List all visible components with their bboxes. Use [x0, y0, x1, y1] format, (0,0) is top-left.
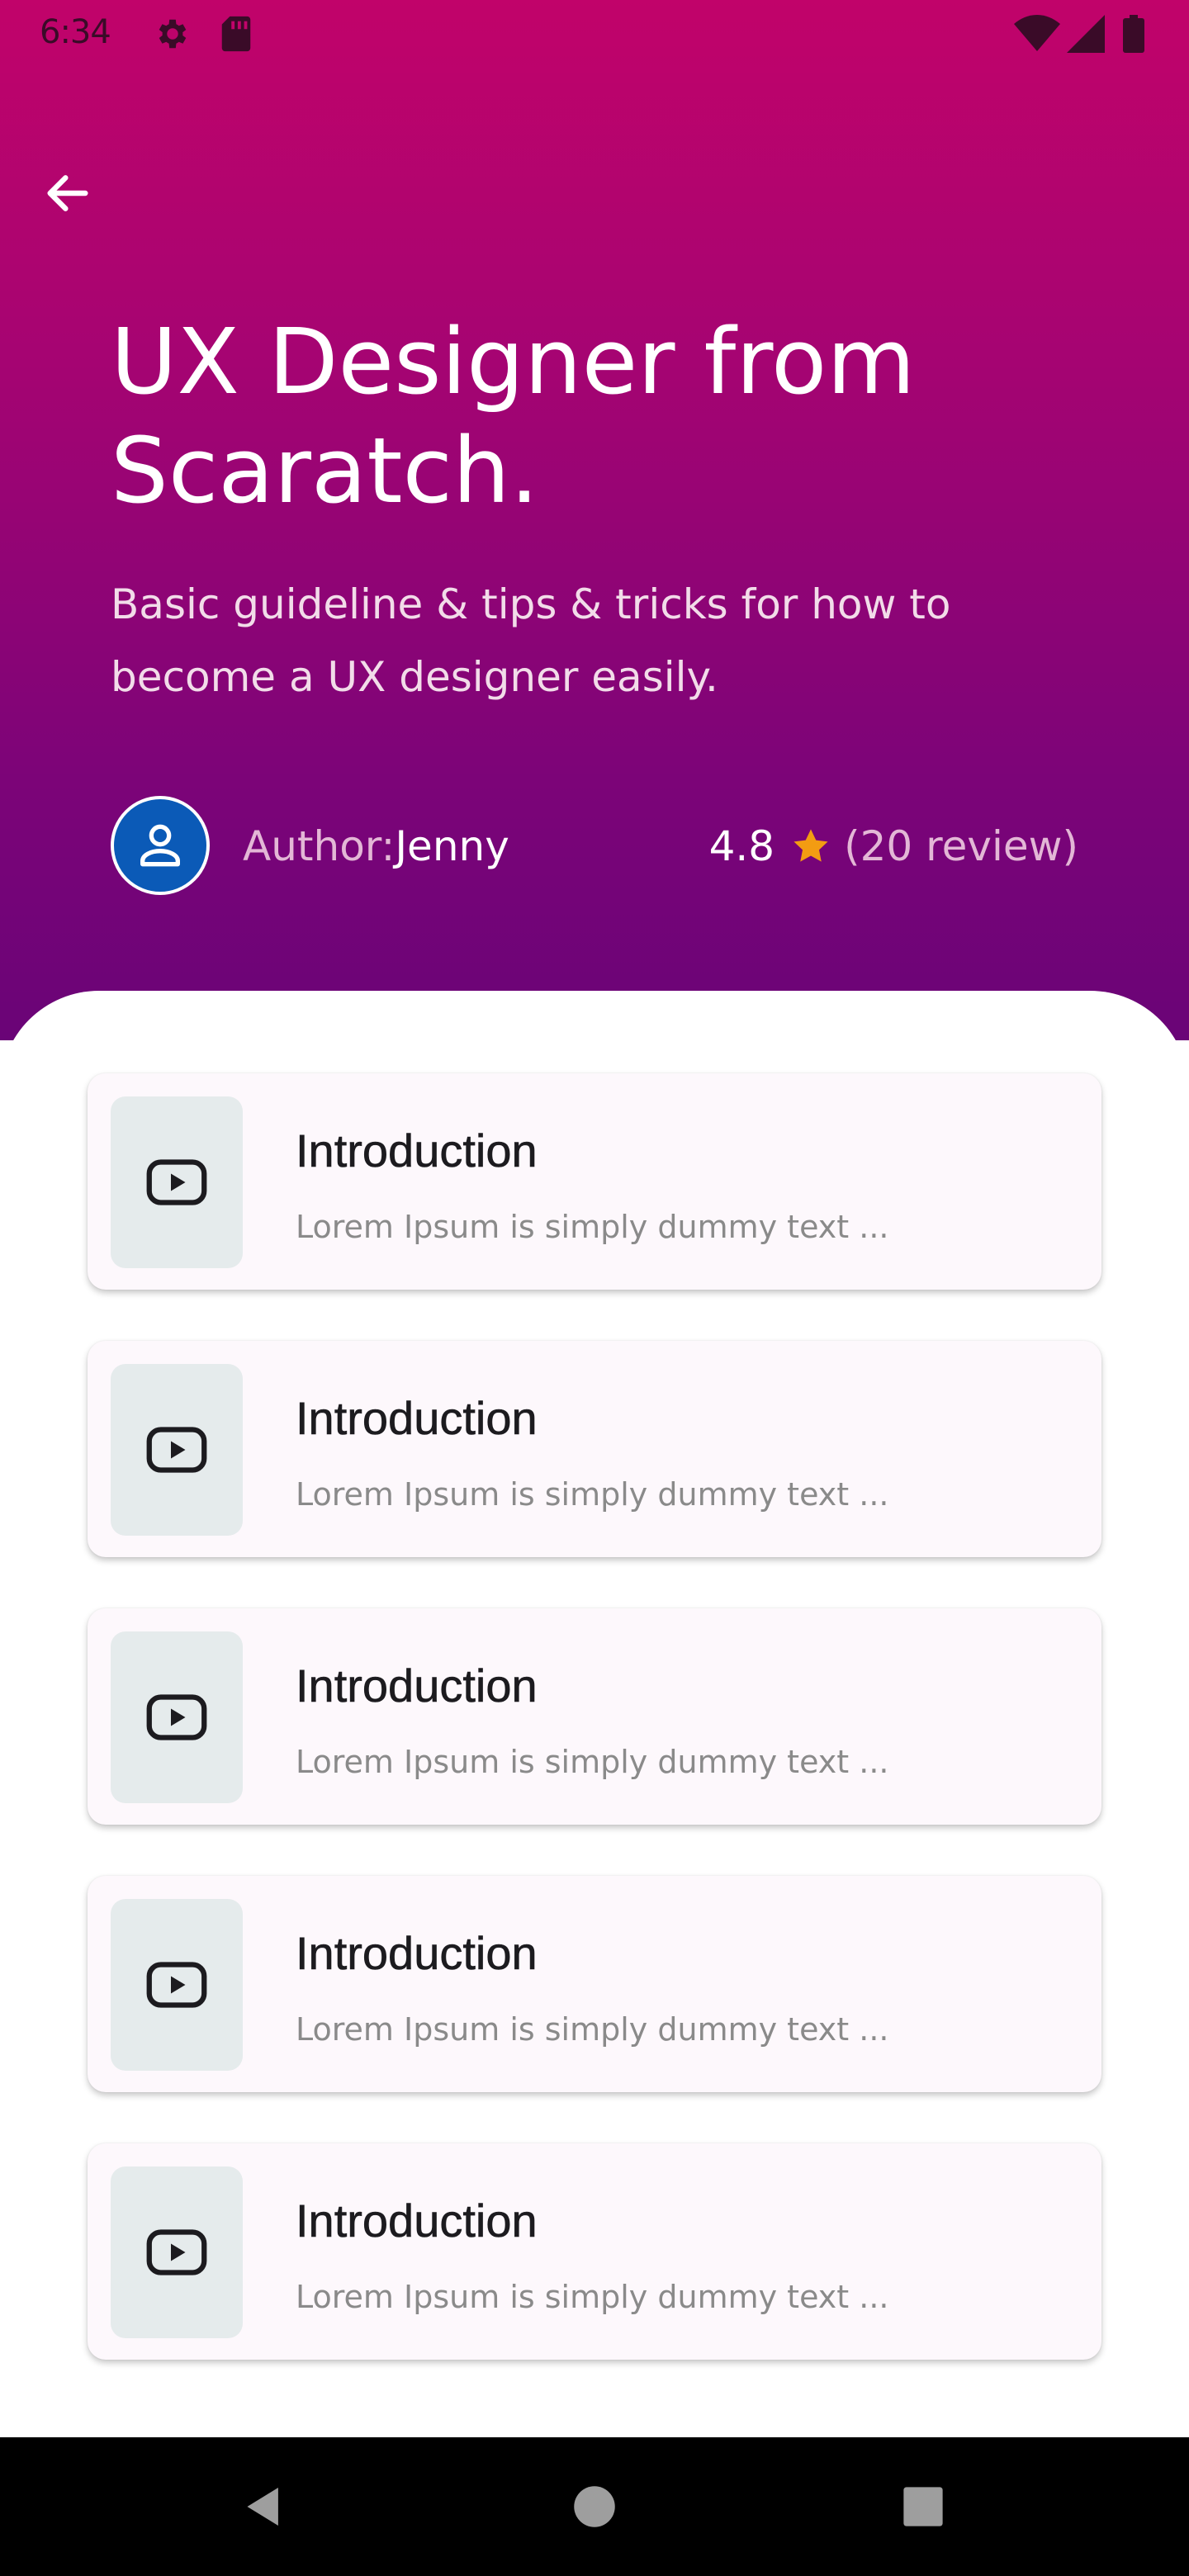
author-name: Jenny — [395, 822, 509, 870]
lesson-title: Introduction — [296, 1392, 538, 1445]
author-label: Author: — [243, 822, 396, 870]
nav-back-button[interactable] — [220, 2462, 309, 2551]
play-icon — [146, 1962, 207, 2008]
battery-icon — [1123, 15, 1144, 57]
play-icon — [146, 1694, 207, 1740]
lesson-sheet: Introduction Lorem Ipsum is simply dummy… — [0, 991, 1189, 2437]
rating-value: 4.8 — [708, 822, 775, 870]
lesson-card[interactable]: Introduction Lorem Ipsum is simply dummy… — [88, 2143, 1101, 2360]
nav-recents-button[interactable] — [879, 2462, 968, 2551]
lesson-thumbnail — [111, 1096, 243, 1268]
course-subtitle: Basic guideline & tips & tricks for how … — [111, 580, 951, 701]
lesson-description: Lorem Ipsum is simply dummy text ... — [296, 1209, 889, 1245]
lesson-thumbnail — [111, 2166, 243, 2338]
lesson-title: Introduction — [296, 2195, 538, 2247]
author-info: Author:Jenny — [243, 817, 509, 875]
back-triangle-icon — [247, 2488, 278, 2526]
nav-home-button[interactable] — [550, 2462, 639, 2551]
lesson-card[interactable]: Introduction Lorem Ipsum is simply dummy… — [88, 1608, 1101, 1825]
play-icon — [146, 1159, 207, 1205]
lesson-title: Introduction — [296, 1660, 538, 1712]
status-time: 6:34 — [40, 13, 111, 51]
sd-card-icon — [220, 15, 253, 57]
course-title: UX Designer from Scaratch. — [111, 309, 916, 523]
lesson-description: Lorem Ipsum is simply dummy text ... — [296, 2279, 889, 2315]
lesson-title: Introduction — [296, 1927, 538, 1980]
lesson-card[interactable]: Introduction Lorem Ipsum is simply dummy… — [88, 1341, 1101, 1557]
play-icon — [146, 2229, 207, 2275]
rating-count: (20 review) — [844, 822, 1078, 870]
star-icon — [789, 825, 832, 868]
avatar — [111, 796, 210, 895]
course-rating: 4.8 (20 review) — [709, 817, 1078, 875]
status-bar: 6:34 — [0, 0, 1189, 69]
lesson-description: Lorem Ipsum is simply dummy text ... — [296, 2011, 889, 2048]
wifi-icon — [1014, 15, 1060, 57]
lesson-card[interactable]: Introduction Lorem Ipsum is simply dummy… — [88, 1876, 1101, 2092]
signal-icon — [1067, 15, 1105, 57]
play-icon — [146, 1427, 207, 1473]
lesson-thumbnail — [111, 1364, 243, 1536]
system-nav-bar — [0, 2437, 1189, 2576]
arrow-left-icon — [47, 175, 88, 211]
gear-icon — [154, 15, 192, 57]
lesson-thumbnail — [111, 1899, 243, 2071]
lesson-description: Lorem Ipsum is simply dummy text ... — [296, 1476, 889, 1513]
home-circle-icon — [574, 2486, 615, 2527]
lesson-thumbnail — [111, 1631, 243, 1803]
lesson-description: Lorem Ipsum is simply dummy text ... — [296, 1744, 889, 1780]
lesson-card[interactable]: Introduction Lorem Ipsum is simply dummy… — [88, 1073, 1101, 1290]
course-header: 6:34 UX Designer from Scaratch. Basic gu… — [0, 0, 1189, 1040]
recents-square-icon — [903, 2487, 943, 2526]
back-button[interactable] — [33, 159, 102, 228]
lesson-title: Introduction — [296, 1125, 538, 1177]
person-icon — [140, 824, 180, 867]
